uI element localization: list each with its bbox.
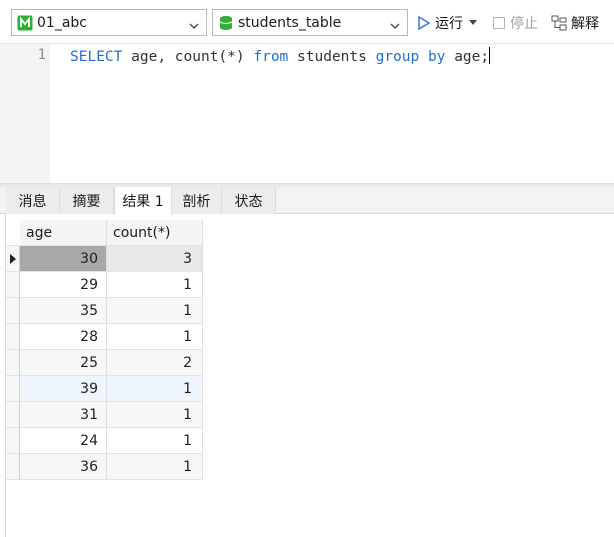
database-select-value: 01_abc [37,14,87,31]
sql-token: age; [454,49,490,65]
tab-status[interactable]: 状态 [222,187,276,214]
table-row[interactable]: 39 1 [6,376,203,402]
explain-button[interactable]: 解释 [551,12,599,34]
row-selector[interactable] [6,272,20,298]
sql-code-line[interactable]: SELECT age, count(*) from students group… [70,47,491,65]
cell-age[interactable]: 28 [20,324,107,350]
cell-age[interactable]: 25 [20,350,107,376]
sql-editor[interactable]: 1 SELECT age, count(*) from students gro… [0,44,614,184]
column-header-count[interactable]: count(*) [107,220,203,246]
cell-count[interactable]: 1 [107,454,203,480]
sql-keyword: from [253,49,289,65]
database-select[interactable]: 01_abc [11,9,207,36]
cell-count[interactable]: 1 [107,272,203,298]
table-row[interactable]: 29 1 [6,272,203,298]
cell-count[interactable]: 1 [107,402,203,428]
table-row[interactable]: 24 1 [6,428,203,454]
stop-button[interactable]: 停止 [492,12,538,34]
play-icon [417,15,431,31]
table-row[interactable]: 30 3 [6,246,203,272]
tab-summary[interactable]: 摘要 [60,187,114,214]
row-selector[interactable] [6,298,20,324]
table-row[interactable]: 31 1 [6,402,203,428]
text-caret [489,47,491,64]
explain-label: 解释 [571,16,599,32]
row-selector[interactable] [6,454,20,480]
cell-count[interactable]: 1 [107,298,203,324]
cell-age[interactable]: 31 [20,402,107,428]
sql-keyword: SELECT [70,49,123,65]
tab-label: 摘要 [72,193,101,210]
run-button[interactable]: 运行 [417,12,481,34]
cell-age[interactable]: 39 [20,376,107,402]
table-icon [218,15,234,31]
stop-label: 停止 [510,16,538,32]
tab-result-1[interactable]: 结果 1 [114,187,172,215]
column-header-age[interactable]: age [20,220,107,246]
cell-count[interactable]: 3 [107,246,203,272]
chevron-down-icon[interactable] [188,17,200,36]
table-row[interactable]: 36 1 [6,454,203,480]
tab-label: 结果 1 [122,194,164,210]
sql-keyword: group [375,49,420,65]
table-select[interactable]: students_table [212,9,408,36]
tab-profile[interactable]: 剖析 [172,187,222,214]
row-selector[interactable] [6,428,20,454]
row-selector[interactable] [6,246,20,272]
tab-label: 状态 [234,193,263,210]
sql-token: age, [131,49,167,65]
cell-count[interactable]: 1 [107,324,203,350]
run-dropdown-icon[interactable] [469,20,477,26]
cell-age[interactable]: 36 [20,454,107,480]
table-row[interactable]: 28 1 [6,324,203,350]
toolbar: 01_abc students_table 运行 停止 解释 [0,0,614,44]
sql-keyword: by [427,49,446,65]
table-row[interactable]: 35 1 [6,298,203,324]
run-label: 运行 [435,16,463,32]
database-icon [17,15,33,31]
result-tabs: 消息 摘要 结果 1 剖析 状态 [0,187,614,215]
grid-header-row: age count(*) [6,220,203,246]
sql-token: count(*) [174,49,245,65]
cell-age[interactable]: 24 [20,428,107,454]
cell-count[interactable]: 2 [107,350,203,376]
chevron-down-icon[interactable] [389,17,401,36]
cell-count[interactable]: 1 [107,376,203,402]
tab-label: 剖析 [182,193,211,210]
explain-icon [551,15,567,31]
row-header-corner [6,220,20,246]
sql-query-text[interactable]: SELECT age, count(*) from students group… [70,49,489,65]
row-selector[interactable] [6,402,20,428]
cell-count[interactable]: 1 [107,428,203,454]
table-select-value: students_table [238,14,342,31]
row-selector[interactable] [6,350,20,376]
line-number: 1 [37,47,46,63]
current-row-pointer-icon [9,253,16,264]
cell-age[interactable]: 30 [20,246,107,272]
row-selector[interactable] [6,324,20,350]
tab-label: 消息 [18,193,47,210]
cell-age[interactable]: 35 [20,298,107,324]
row-selector[interactable] [6,376,20,402]
table-row[interactable]: 25 2 [6,350,203,376]
tab-messages[interactable]: 消息 [6,187,60,214]
sql-token: students [297,49,367,65]
stop-icon [492,16,506,30]
cell-age[interactable]: 29 [20,272,107,298]
line-number-gutter: 1 [0,44,50,184]
